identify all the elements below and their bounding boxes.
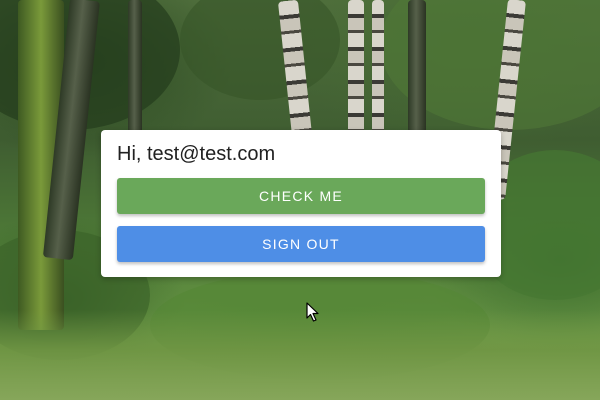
account-card: Hi, test@test.com CHECK ME SIGN OUT bbox=[101, 130, 501, 277]
greeting-text: Hi, test@test.com bbox=[117, 143, 276, 165]
check-me-button[interactable]: CHECK ME bbox=[117, 178, 485, 214]
mouse-pointer-icon bbox=[306, 302, 319, 322]
sign-out-button[interactable]: SIGN OUT bbox=[117, 226, 485, 262]
